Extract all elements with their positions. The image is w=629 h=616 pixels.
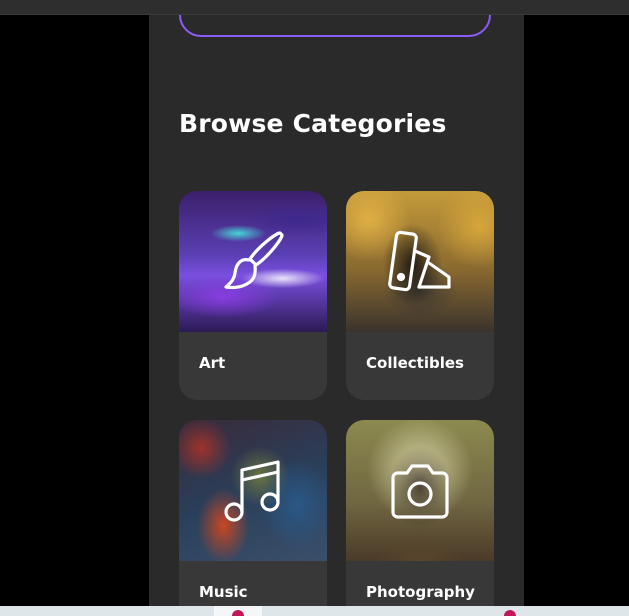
browser-top-bar [0, 0, 629, 15]
category-label: Photography [366, 583, 475, 601]
app-icon[interactable] [232, 610, 244, 616]
category-thumbnail [346, 420, 494, 561]
section-title: Browse Categories [179, 109, 447, 138]
app-icon[interactable] [504, 610, 516, 616]
music-note-icon [224, 459, 280, 522]
taskbar [0, 606, 629, 616]
outlined-button[interactable] [179, 15, 491, 37]
paintbrush-icon [224, 230, 284, 289]
category-card-music[interactable]: Music [179, 420, 327, 606]
category-label: Collectibles [366, 354, 464, 372]
category-card-collectibles[interactable]: Collectibles [346, 191, 494, 400]
swatch-book-icon [388, 230, 451, 291]
category-label: Music [199, 583, 248, 601]
category-label: Art [199, 354, 226, 372]
category-thumbnail [179, 191, 327, 332]
camera-icon [391, 463, 449, 519]
main-panel: Browse Categories Art Collectibles Music… [149, 15, 524, 606]
category-thumbnail [346, 191, 494, 332]
category-card-photography[interactable]: Photography [346, 420, 494, 606]
category-card-art[interactable]: Art [179, 191, 327, 400]
category-thumbnail [179, 420, 327, 561]
